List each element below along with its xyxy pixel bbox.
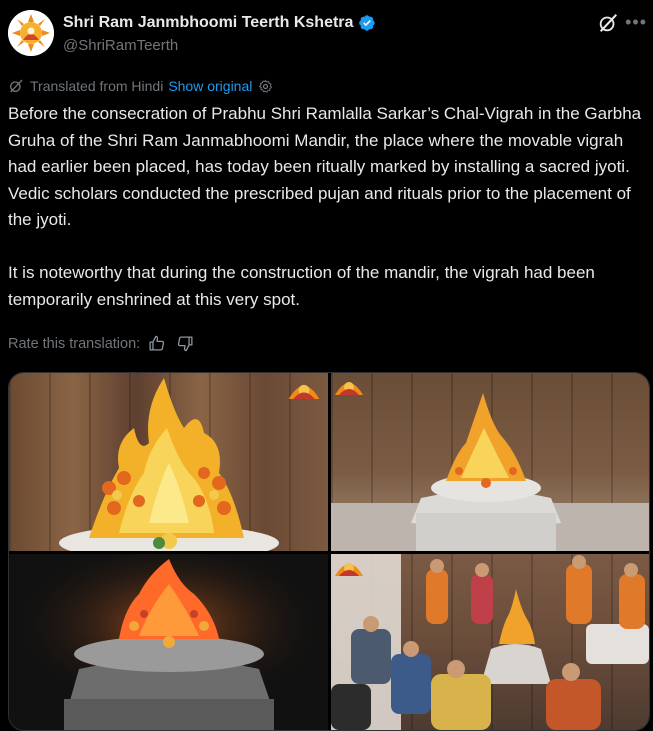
media-grid	[8, 372, 650, 731]
jyoti-lit-dark-image	[9, 554, 328, 730]
show-original-link[interactable]: Show original	[168, 78, 252, 94]
post-paragraph-1: Before the consecration of Prabhu Shri R…	[8, 104, 646, 229]
media-image-2[interactable]	[331, 373, 649, 551]
rate-translation: Rate this translation:	[8, 335, 194, 352]
media-image-3[interactable]	[9, 554, 328, 730]
thumbs-up-icon[interactable]	[148, 335, 165, 352]
gear-icon[interactable]	[258, 79, 273, 94]
pujan-ceremony-image	[331, 554, 649, 730]
watermark-logo-icon	[335, 382, 363, 395]
translation-notice: Translated from Hindi Show original	[8, 78, 273, 94]
avatar[interactable]	[8, 10, 54, 56]
watermark-logo-icon	[288, 384, 320, 399]
author-handle[interactable]: @ShriRamTeerth	[63, 37, 178, 54]
post-paragraph-2: It is noteworthy that during the constru…	[8, 263, 600, 309]
author-display-name[interactable]: Shri Ram Janmbhoomi Teerth Kshetra	[63, 14, 353, 32]
media-image-4[interactable]	[331, 554, 649, 730]
media-image-1[interactable]	[9, 373, 328, 551]
avatar-logo-icon	[8, 10, 54, 56]
translate-icon	[10, 79, 23, 93]
thumbs-down-icon[interactable]	[177, 335, 194, 352]
post-text: Before the consecration of Prabhu Shri R…	[8, 101, 648, 313]
post-header: Shri Ram Janmbhoomi Teerth Kshetra @Shri…	[8, 10, 653, 60]
jyoti-closeup-image	[59, 378, 279, 551]
translated-label: Translated from Hindi	[30, 78, 164, 94]
watermark-logo-icon	[335, 563, 363, 576]
more-icon[interactable]: •••	[625, 12, 647, 32]
verified-badge-icon	[359, 15, 376, 31]
rate-label: Rate this translation:	[8, 335, 141, 352]
grok-icon[interactable]	[597, 12, 619, 34]
jyoti-on-pedestal-image	[331, 393, 649, 551]
